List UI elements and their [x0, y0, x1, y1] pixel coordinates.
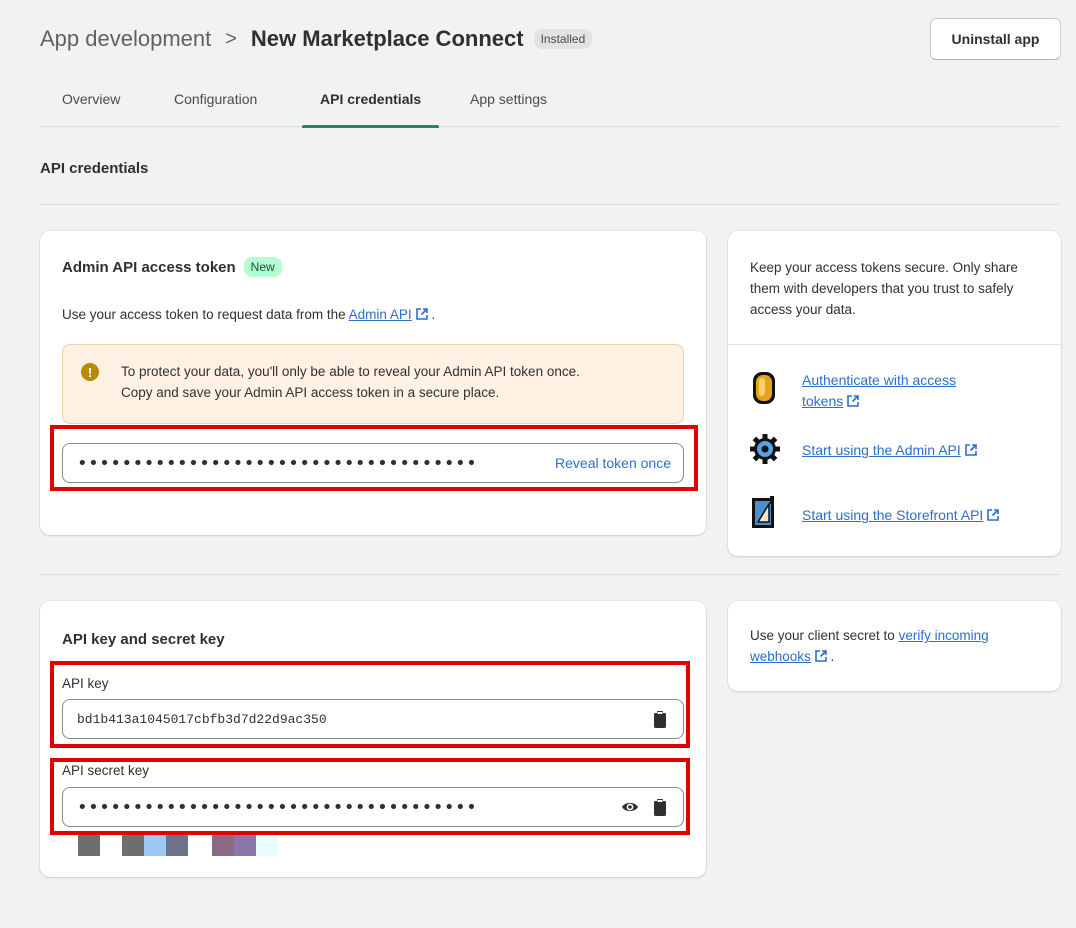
redaction-block [122, 834, 144, 856]
status-badge: Installed [533, 29, 593, 49]
tips-divider [728, 344, 1061, 345]
authenticate-link-line2: tokens [802, 391, 956, 412]
api-key-label: API key [62, 676, 109, 691]
tab-configuration[interactable]: Configuration [174, 70, 257, 127]
breadcrumb-separator: > [225, 27, 237, 50]
ruler-icon [752, 496, 774, 528]
tab-app-settings[interactable]: App settings [470, 70, 547, 127]
new-badge: New [243, 257, 282, 277]
uninstall-app-button[interactable]: Uninstall app [930, 18, 1061, 60]
redaction-block [166, 834, 188, 856]
api-key-field[interactable]: bd1b413a1045017cbfb3d7d22d9ac350 [62, 699, 684, 739]
page: App development > New Marketplace Connec… [6, 0, 1076, 928]
webhook-suffix: . [826, 649, 835, 664]
breadcrumb-app-development[interactable]: App development [40, 26, 211, 52]
section-divider [40, 204, 1060, 205]
cards-divider [40, 574, 1060, 575]
redaction-block [256, 834, 278, 856]
breadcrumb: App development > New Marketplace Connec… [40, 26, 593, 52]
admin-api-resource-link[interactable]: Start using the Admin API [802, 440, 977, 461]
resource-authenticate: Authenticate with access tokens [750, 370, 956, 412]
description-suffix: . [427, 307, 436, 322]
api-keys-title: API key and secret key [62, 631, 225, 648]
warning-line-2: Copy and save your Admin API access toke… [121, 385, 500, 400]
resource-admin-api: Start using the Admin API [750, 432, 977, 468]
admin-token-masked-value: •••••••••••••••••••••••••••••••••••• [77, 452, 478, 474]
warning-text: To protect your data, you'll only be abl… [121, 361, 681, 403]
storefront-api-link[interactable]: Start using the Storefront API [802, 505, 1000, 526]
admin-token-description: Use your access token to request data fr… [62, 305, 435, 325]
external-link-icon [964, 444, 977, 456]
admin-token-title: Admin API access token New [62, 257, 282, 277]
admin-api-link-text: Start using the Admin API [802, 442, 961, 458]
reveal-token-button[interactable]: Reveal token once [555, 444, 671, 482]
warning-line-1: To protect your data, you'll only be abl… [121, 364, 580, 379]
external-link-icon [987, 509, 1000, 521]
api-key-value: bd1b413a1045017cbfb3d7d22d9ac350 [77, 711, 327, 727]
api-secret-key-masked-value: •••••••••••••••••••••••••••••••••••• [77, 796, 478, 818]
authenticate-link-line1: Authenticate with access [802, 372, 957, 388]
warning-icon: ! [81, 363, 99, 381]
external-link-icon [847, 395, 860, 407]
gear-icon [750, 434, 780, 464]
admin-api-link[interactable]: Admin API [349, 307, 412, 322]
page-title: New Marketplace Connect [250, 26, 524, 51]
admin-token-title-text: Admin API access token [62, 258, 236, 276]
webhook-text: Use your client secret to verify incomin… [750, 625, 1050, 667]
redaction-block [234, 834, 256, 856]
redaction-block [78, 834, 100, 856]
webhook-prefix: Use your client secret to [750, 628, 899, 643]
warning-banner: ! To protect your data, you'll only be a… [62, 344, 684, 424]
copy-clipboard-icon[interactable] [653, 799, 667, 816]
verify-webhooks-link-line2[interactable]: webhooks [750, 649, 811, 664]
admin-token-card: Admin API access token New Use your acce… [40, 231, 706, 535]
storefront-api-link-text: Start using the Storefront API [802, 507, 984, 523]
authenticate-link-tokens: tokens [802, 393, 844, 409]
resource-storefront-api: Start using the Storefront API [750, 495, 1000, 531]
redaction-block [144, 834, 166, 856]
authenticate-link[interactable]: Authenticate with access tokens [802, 370, 956, 412]
coin-icon [753, 372, 775, 404]
verify-webhooks-link-line1[interactable]: verify incoming [899, 628, 989, 643]
api-secret-key-label: API secret key [62, 763, 150, 778]
external-link-icon [415, 308, 428, 320]
eye-icon[interactable] [621, 800, 639, 814]
webhook-card: Use your client secret to verify incomin… [728, 601, 1061, 691]
section-title: API credentials [40, 160, 149, 177]
tab-bar: Overview Configuration API credentials A… [40, 70, 1060, 128]
description-text: Use your access token to request data fr… [62, 307, 349, 322]
api-secret-key-field[interactable]: •••••••••••••••••••••••••••••••••••• [62, 787, 684, 827]
admin-token-field[interactable]: •••••••••••••••••••••••••••••••••••• Rev… [62, 443, 684, 483]
copy-clipboard-icon[interactable] [653, 711, 667, 728]
external-link-icon [814, 650, 827, 662]
redaction-block [212, 834, 234, 856]
tab-overview[interactable]: Overview [62, 70, 120, 127]
tab-api-credentials[interactable]: API credentials [302, 70, 440, 128]
tips-card: Keep your access tokens secure. Only sha… [728, 231, 1061, 556]
tips-text: Keep your access tokens secure. Only sha… [750, 260, 1018, 317]
